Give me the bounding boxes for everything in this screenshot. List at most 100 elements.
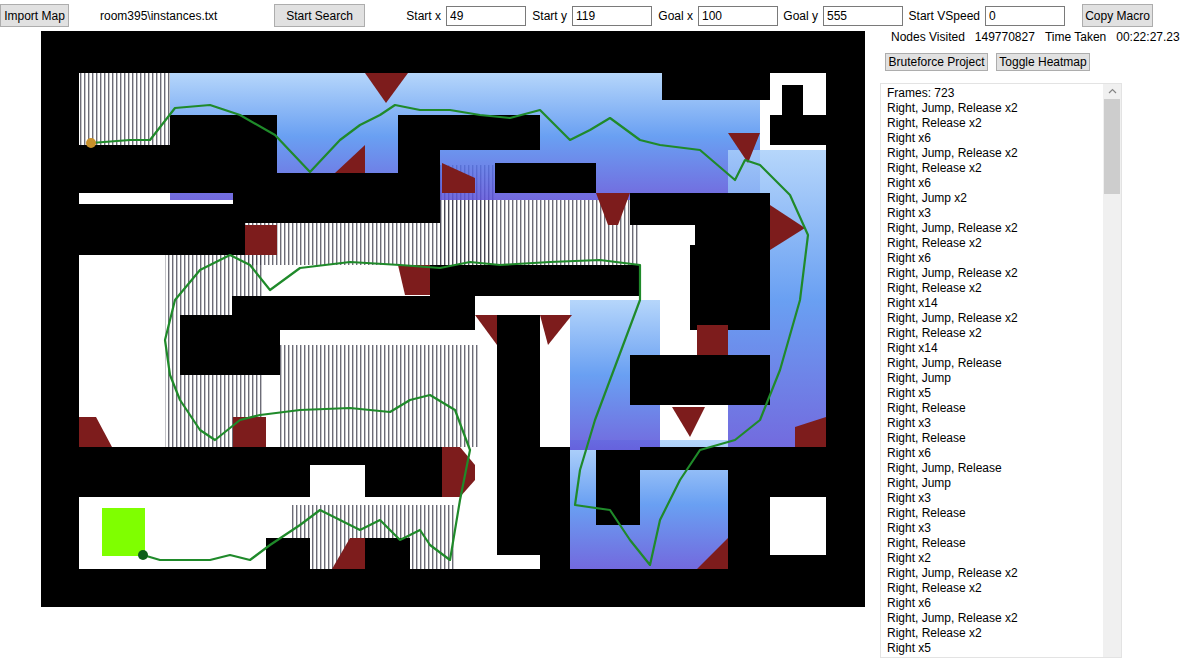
macro-line[interactable]: Right, Jump, Release: [887, 461, 1103, 476]
wall-block: [180, 315, 280, 375]
import-map-button[interactable]: Import Map: [0, 4, 69, 27]
level-map: [41, 31, 865, 607]
stat-value: 149770827: [975, 28, 1035, 46]
macro-listbox[interactable]: Frames: 723Right, Jump, Release x2Right,…: [880, 83, 1122, 658]
toggle-heatmap-button[interactable]: Toggle Heatmap: [996, 53, 1090, 71]
open-area: [310, 465, 365, 497]
macro-line[interactable]: Right, Release x2: [887, 161, 1103, 176]
stat-value: 00:22:27.23: [1116, 28, 1179, 46]
spike-hazard: [540, 315, 572, 345]
panel-buttons: Bruteforce Project Toggle Heatmap: [880, 53, 1184, 71]
field-label-wrap: Start y: [526, 7, 572, 25]
field-input[interactable]: [823, 6, 903, 26]
scroll-up-icon: [1108, 88, 1117, 94]
macro-line[interactable]: Right x6: [887, 131, 1103, 146]
field-label: Goal x: [658, 9, 693, 23]
map-canvas[interactable]: [41, 31, 865, 607]
goal-marker: [138, 550, 148, 560]
stats-row: Nodes Visited 149770827 Time Taken 00:22:27…: [880, 30, 1184, 44]
macro-line[interactable]: Right x3: [887, 416, 1103, 431]
map-border: [41, 31, 865, 607]
macro-line[interactable]: Right, Release x2: [887, 626, 1103, 641]
solution-path: [91, 105, 808, 565]
wall-block: [170, 115, 277, 145]
macro-line[interactable]: Right, Release: [887, 506, 1103, 521]
start-search-button[interactable]: Start Search: [274, 4, 365, 27]
macro-line[interactable]: Right, Release: [887, 401, 1103, 416]
macro-line[interactable]: Right, Release x2: [887, 326, 1103, 341]
side-panel: Nodes Visited 149770827 Time Taken 00:22:27…: [865, 31, 1184, 658]
field-input[interactable]: [572, 6, 652, 26]
macro-line[interactable]: Right x3: [887, 521, 1103, 536]
macro-line[interactable]: Right x2: [887, 551, 1103, 566]
file-label-wrap: room395\instances.txt: [69, 7, 274, 25]
macro-line[interactable]: Right, Jump, Release x2: [887, 101, 1103, 116]
bruteforce-button[interactable]: Bruteforce Project: [885, 53, 988, 71]
field-input[interactable]: [985, 6, 1065, 26]
macro-line[interactable]: Right x6: [887, 251, 1103, 266]
macro-line[interactable]: Right x6: [887, 446, 1103, 461]
stat-label: Nodes Visited: [891, 28, 965, 46]
macro-line[interactable]: Right x14: [887, 296, 1103, 311]
macro-line[interactable]: Right x6: [887, 596, 1103, 611]
macro-line[interactable]: Right x3: [887, 491, 1103, 506]
chevron: [1109, 90, 1116, 94]
toolbar: Import Map room395\instances.txt Start Sea…: [0, 0, 1184, 31]
wall-block: [79, 447, 460, 497]
macro-line[interactable]: Right x6: [887, 176, 1103, 191]
macro-line[interactable]: Right, Jump, Release x2: [887, 266, 1103, 281]
macro-line[interactable]: Right, Jump, Release x2: [887, 311, 1103, 326]
macro-line[interactable]: Right, Jump: [887, 371, 1103, 386]
macro-line[interactable]: Right, Release x2: [887, 236, 1103, 251]
copy-macro-button[interactable]: Copy Macro: [1082, 4, 1153, 27]
scrollbar[interactable]: [1103, 84, 1121, 657]
player-sprite: [102, 508, 145, 556]
wall-block: [630, 193, 695, 225]
macro-line[interactable]: Right, Jump, Release: [887, 356, 1103, 371]
spike-hazard: [672, 407, 705, 437]
map-floor: [79, 73, 826, 569]
wall-block: [497, 315, 540, 555]
macro-line[interactable]: Right, Jump, Release x2: [887, 566, 1103, 581]
macro-line[interactable]: Right, Release x2: [887, 116, 1103, 131]
field-label-wrap: Start x: [365, 7, 446, 25]
macro-line[interactable]: Right, Release: [887, 431, 1103, 446]
spike-hazard: [770, 205, 805, 250]
start-marker: [86, 138, 96, 148]
spike-hazard: [795, 417, 826, 447]
macro-line[interactable]: Right, Jump, Release x2: [887, 611, 1103, 626]
wall-block: [728, 447, 826, 569]
stat-label: Time Taken: [1045, 28, 1106, 46]
spike-hazard: [398, 265, 430, 295]
stripe-region: [280, 345, 480, 447]
heatmap: [79, 73, 826, 569]
wall-block: [695, 193, 770, 245]
spike-hazard: [79, 417, 112, 447]
wall-block: [277, 173, 408, 193]
macro-line[interactable]: Right, Jump: [887, 476, 1103, 491]
macro-line[interactable]: Right, Release: [887, 536, 1103, 551]
macro-line[interactable]: Right, Jump x2: [887, 191, 1103, 206]
spike-hazard: [365, 73, 408, 103]
wall-block: [596, 450, 640, 525]
field-label-wrap: Goal y: [778, 7, 823, 25]
field-label: Start VSpeed: [909, 9, 980, 23]
macro-line[interactable]: Right, Jump, Release x2: [887, 221, 1103, 236]
field-input[interactable]: [698, 6, 778, 26]
file-label: room395\instances.txt: [100, 9, 217, 23]
scroll-thumb[interactable]: [1104, 99, 1120, 194]
macro-line[interactable]: Right, Release x2: [887, 281, 1103, 296]
field-label: Start y: [532, 9, 567, 23]
wall-block: [770, 115, 826, 145]
macro-line[interactable]: Right x5: [887, 641, 1103, 656]
field-input[interactable]: [446, 6, 526, 26]
wall-block: [662, 73, 770, 100]
macro-line[interactable]: Right, Release x2: [887, 581, 1103, 596]
macro-line[interactable]: Right x5: [887, 386, 1103, 401]
macro-line[interactable]: Right x3: [887, 206, 1103, 221]
main-area: Nodes Visited 149770827 Time Taken 00:22:27…: [0, 31, 1184, 658]
spike-hazard: [475, 315, 497, 345]
macro-line[interactable]: Right, Jump, Release x2: [887, 146, 1103, 161]
macro-line[interactable]: Right x14: [887, 341, 1103, 356]
wall-block: [398, 115, 540, 150]
